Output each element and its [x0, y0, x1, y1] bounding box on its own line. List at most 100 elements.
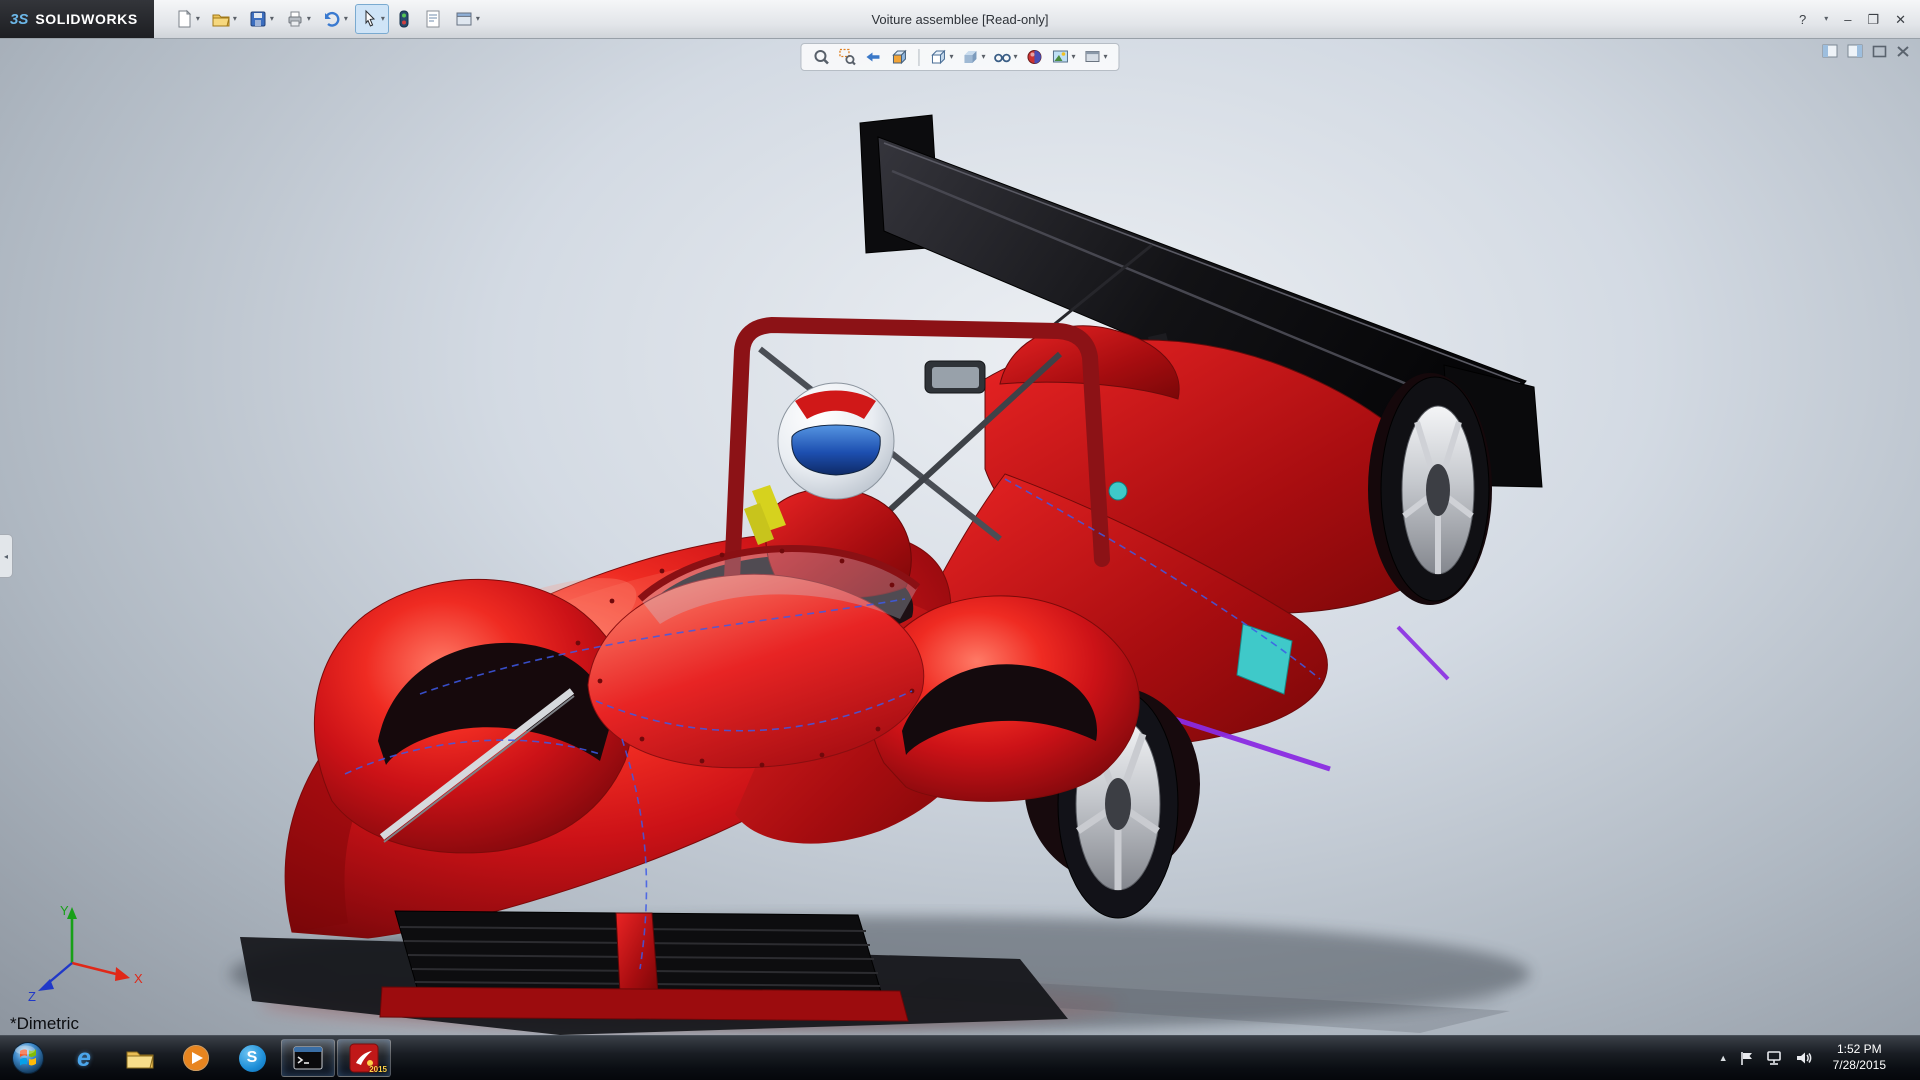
chevron-down-icon[interactable]: ▾ — [1824, 15, 1828, 23]
viewport-close-icon — [1896, 45, 1910, 58]
y-axis-label: Y — [60, 903, 69, 918]
taskbar-app-command-prompt[interactable] — [281, 1039, 335, 1077]
orientation-triad: Y X Z — [16, 901, 148, 1005]
previous-view-icon — [864, 48, 882, 66]
edit-appearance-button[interactable] — [1025, 47, 1045, 67]
view-orientation-button[interactable]: ▾ — [928, 47, 954, 67]
chevron-down-icon[interactable]: ▾ — [1104, 53, 1108, 61]
brand-name: SOLIDWORKS — [35, 11, 137, 27]
taskbar-app-skype[interactable]: S — [225, 1039, 279, 1077]
undo-button[interactable]: ▾ — [318, 4, 352, 34]
left-front-fender[interactable] — [314, 579, 632, 853]
clock-time: 1:52 PM — [1833, 1042, 1886, 1058]
print-button[interactable]: ▾ — [281, 4, 315, 34]
chevron-down-icon[interactable]: ▾ — [381, 15, 385, 23]
panel-collapse-tab[interactable]: ◂ — [0, 534, 13, 578]
chevron-down-icon[interactable]: ▾ — [196, 15, 200, 23]
rebuild-button[interactable] — [392, 4, 416, 34]
section-view-icon — [890, 48, 908, 66]
new-document-button[interactable]: ▾ — [170, 4, 204, 34]
x-axis-arrow — [115, 967, 130, 981]
help-button[interactable]: ? — [1799, 13, 1806, 26]
chevron-down-icon[interactable]: ▾ — [476, 15, 480, 23]
display-style-button[interactable]: ▾ — [960, 47, 986, 67]
options-button[interactable]: ▾ — [450, 4, 484, 34]
windows-start-orb-icon — [10, 1040, 46, 1076]
chevron-down-icon[interactable]: ▾ — [344, 15, 348, 23]
viewport-restore-button[interactable] — [1872, 45, 1887, 58]
action-center-flag-icon[interactable] — [1739, 1050, 1755, 1066]
heads-up-view-toolbar: ▾ ▾ ▾ — [800, 43, 1119, 71]
select-cursor-icon — [359, 9, 379, 29]
helmet-visor — [792, 425, 880, 475]
minimize-button[interactable]: – — [1844, 13, 1851, 26]
car-assembly-model[interactable] — [0, 39, 1920, 1035]
solidworks-logo: 3S SOLIDWORKS — [0, 0, 154, 38]
zoom-to-area-button[interactable] — [837, 47, 857, 67]
viewport-close-button[interactable] — [1896, 45, 1910, 58]
solidworks-version-badge: 2015 — [369, 1065, 387, 1074]
chevron-down-icon[interactable]: ▾ — [307, 15, 311, 23]
folder-icon — [125, 1046, 155, 1070]
document-title: Voiture assemblee [Read-only] — [300, 12, 1620, 27]
clock-date: 7/28/2015 — [1833, 1058, 1886, 1074]
media-player-icon — [182, 1044, 210, 1072]
rear-right-wheel[interactable] — [1368, 373, 1492, 605]
undo-arrow-icon — [322, 9, 342, 29]
display-pane-icon — [1847, 44, 1863, 58]
display-pane-button[interactable] — [1847, 44, 1863, 58]
file-properties-icon — [423, 9, 443, 29]
taskbar-app-explorer[interactable] — [113, 1039, 167, 1077]
internet-explorer-icon: e — [77, 1044, 91, 1073]
x-axis-label: X — [134, 971, 143, 986]
file-properties-button[interactable] — [419, 4, 447, 34]
taskbar-clock[interactable]: 1:52 PM 7/28/2015 — [1824, 1042, 1895, 1073]
dassault-3ds-mark: 3S — [10, 11, 28, 28]
taskbar-app-media-player[interactable] — [169, 1039, 223, 1077]
taskbar-app-internet-explorer[interactable]: e — [57, 1039, 111, 1077]
save-button[interactable]: ▾ — [244, 4, 278, 34]
chevron-down-icon[interactable]: ▾ — [949, 53, 953, 61]
skype-icon: S — [239, 1045, 266, 1072]
system-tray: ▲ 1:52 PM 7/28/2015 — [1719, 1036, 1920, 1080]
view-settings-icon — [1084, 48, 1102, 66]
titlebar: 3S SOLIDWORKS ▾ ▾ — [0, 0, 1920, 39]
chevron-down-icon[interactable]: ▾ — [1072, 53, 1076, 61]
viewport-corner-controls — [1822, 44, 1910, 58]
hide-show-items-button[interactable]: ▾ — [992, 47, 1018, 67]
view-orientation-cube-icon — [929, 48, 947, 66]
volume-icon[interactable] — [1795, 1050, 1813, 1066]
scene-icon — [1052, 48, 1070, 66]
previous-view-button[interactable] — [863, 47, 883, 67]
view-orientation-label: *Dimetric — [10, 1014, 79, 1034]
tray-expand-chevron[interactable]: ▲ — [1719, 1053, 1728, 1063]
chevron-down-icon[interactable]: ▾ — [233, 15, 237, 23]
chevron-down-icon[interactable]: ▾ — [981, 53, 985, 61]
new-document-icon — [174, 9, 194, 29]
z-axis-label: Z — [28, 989, 36, 1004]
feature-pane-button[interactable] — [1822, 44, 1838, 58]
view-settings-button[interactable]: ▾ — [1083, 47, 1109, 67]
chevron-down-icon[interactable]: ▾ — [270, 15, 274, 23]
apply-scene-button[interactable]: ▾ — [1051, 47, 1077, 67]
hide-show-glasses-icon — [993, 48, 1011, 66]
network-icon[interactable] — [1766, 1050, 1784, 1066]
save-disk-icon — [248, 9, 268, 29]
zoom-fit-icon — [812, 48, 830, 66]
start-button[interactable] — [0, 1036, 56, 1080]
open-button[interactable]: ▾ — [207, 4, 241, 34]
main-toolbar: ▾ ▾ ▾ — [170, 4, 484, 34]
options-window-icon — [454, 9, 474, 29]
print-icon — [285, 9, 305, 29]
close-button[interactable]: ✕ — [1895, 13, 1906, 26]
maximize-button[interactable]: ❐ — [1867, 13, 1879, 26]
feature-pane-icon — [1822, 44, 1838, 58]
chevron-down-icon[interactable]: ▾ — [1013, 53, 1017, 61]
taskbar-app-solidworks-2015[interactable]: 2015 — [337, 1039, 391, 1077]
zoom-to-fit-button[interactable] — [811, 47, 831, 67]
open-folder-icon — [211, 9, 231, 29]
zoom-area-icon — [838, 48, 856, 66]
select-button[interactable]: ▾ — [355, 4, 389, 34]
graphics-viewport[interactable]: ▾ ▾ ▾ — [0, 39, 1920, 1035]
section-view-button[interactable] — [889, 47, 909, 67]
